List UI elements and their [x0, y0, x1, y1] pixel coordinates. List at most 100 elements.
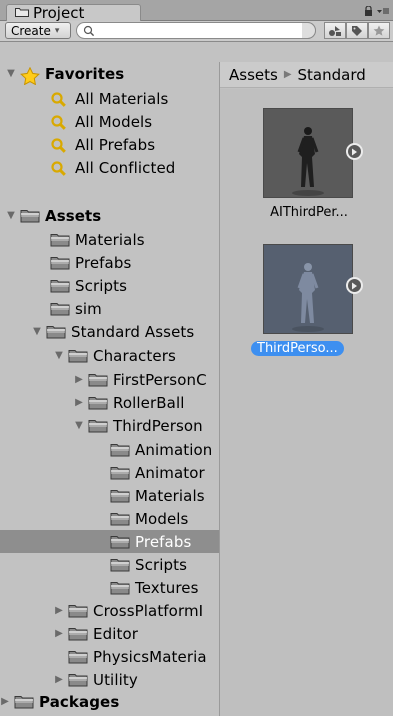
expand-arrow-right-icon[interactable]: ▶ [74, 397, 84, 408]
tree-folder[interactable]: Textures [0, 576, 219, 599]
tree-folder[interactable]: Prefabs [0, 530, 219, 553]
tree-item-label: Prefabs [135, 532, 192, 551]
folder-icon [110, 443, 130, 457]
favorite-search-item[interactable]: All Conflicted [0, 156, 219, 179]
expand-arrow-right-icon[interactable]: ▶ [0, 696, 10, 707]
folder-icon [110, 558, 130, 572]
favorites-button[interactable] [368, 22, 390, 39]
asset-name-label: AIThirdPer... [270, 205, 348, 220]
tree-standard-assets[interactable]: ▼ Standard Assets [0, 320, 219, 343]
tree-assets[interactable]: ▼ Assets [0, 204, 219, 227]
tree-item-label: All Materials [75, 89, 169, 108]
chevron-down-icon: ▾ [54, 25, 60, 36]
tree-folder[interactable]: ▶ Editor [0, 622, 219, 645]
folder-icon [110, 512, 130, 526]
character-model-icon [292, 263, 324, 332]
tree-folder[interactable]: ▶ CrossPlatformI [0, 599, 219, 622]
tree-item-label: Materials [135, 486, 205, 505]
tree-folder[interactable]: ▶ RollerBall [0, 391, 219, 414]
search-icon [50, 160, 70, 176]
tab-controls [364, 6, 389, 16]
expand-arrow-down-icon[interactable]: ▼ [54, 350, 64, 361]
project-tree-panel[interactable]: ▼ Favorites All Materials All Models All Pre… [0, 62, 219, 716]
expand-prefab-icon[interactable] [346, 277, 363, 294]
expand-arrow-down-icon[interactable]: ▼ [6, 68, 16, 79]
filter-by-label-button[interactable] [346, 22, 368, 39]
tree-favorites[interactable]: ▼ Favorites [0, 62, 219, 85]
filter-by-label-icon [352, 25, 362, 36]
folder-icon [50, 279, 70, 293]
search-field[interactable] [76, 22, 316, 39]
folder-icon [20, 209, 40, 223]
asset-grid[interactable]: AIThirdPer... ThirdPerso... [220, 89, 393, 716]
breadcrumb-item-assets[interactable]: Assets [229, 66, 278, 84]
folder-icon [68, 650, 88, 664]
folder-icon [88, 396, 108, 410]
tree-folder[interactable]: Scripts [0, 274, 219, 297]
favorite-star-icon [373, 25, 385, 36]
search-input[interactable] [98, 24, 298, 37]
filter-by-type-button[interactable] [324, 22, 346, 39]
folder-icon [46, 325, 66, 339]
lock-icon[interactable] [364, 6, 373, 16]
tree-folder[interactable]: Animation [0, 438, 219, 461]
tree-folder[interactable]: Prefabs [0, 251, 219, 274]
breadcrumb: Assets ▶ Standard [220, 62, 393, 88]
project-tab[interactable]: Project [6, 4, 141, 22]
create-label: Create [11, 23, 51, 38]
tree-item-label: Models [135, 509, 189, 528]
folder-icon [88, 373, 108, 387]
window-tab-bar: Project [0, 0, 393, 22]
tree-item-label: Materials [75, 230, 145, 249]
tree-item-label: Assets [45, 206, 102, 225]
tree-item-label: Prefabs [75, 253, 132, 272]
tree-folder[interactable]: sim [0, 297, 219, 320]
tree-item-label: All Prefabs [75, 135, 156, 154]
expand-arrow-right-icon[interactable]: ▶ [54, 674, 64, 685]
folder-icon [50, 256, 70, 270]
tree-item-label: Scripts [75, 276, 128, 295]
tree-folder[interactable]: PhysicsMateria [0, 645, 219, 668]
tree-item-label: Animation [135, 440, 213, 459]
breadcrumb-item-standard[interactable]: Standard [298, 66, 366, 84]
breadcrumb-separator-icon: ▶ [283, 69, 292, 80]
tree-folder[interactable]: Scripts [0, 553, 219, 576]
search-clear-button[interactable] [302, 22, 316, 39]
tree-folder[interactable]: ▶ FirstPersonC [0, 368, 219, 391]
character-prefab-thumbnail [263, 244, 353, 334]
tree-folder[interactable]: Materials [0, 484, 219, 507]
favorite-search-item[interactable]: All Materials [0, 87, 219, 110]
tree-thirdperson[interactable]: ▼ ThirdPerson [0, 414, 219, 437]
tree-folder[interactable]: Models [0, 507, 219, 530]
folder-icon [88, 419, 108, 433]
folder-icon [110, 581, 130, 595]
favorite-search-item[interactable]: All Models [0, 110, 219, 133]
expand-prefab-icon[interactable] [346, 143, 363, 160]
tree-characters[interactable]: ▼ Characters [0, 344, 219, 367]
create-dropdown-button[interactable]: Create ▾ [5, 22, 71, 39]
tree-packages[interactable]: ▶ Packages [0, 690, 219, 713]
context-menu-icon[interactable] [377, 6, 389, 16]
expand-arrow-right-icon[interactable]: ▶ [54, 628, 64, 639]
tree-item-label: sim [75, 299, 102, 318]
tree-item-label: PhysicsMateria [93, 647, 207, 666]
tree-item-label: Utility [93, 670, 138, 689]
favorite-search-item[interactable]: All Prefabs [0, 133, 219, 156]
tree-item-label: Characters [93, 346, 176, 365]
expand-arrow-down-icon[interactable]: ▼ [32, 326, 42, 337]
folder-icon [68, 349, 88, 363]
character-prefab-thumbnail [263, 108, 353, 198]
tree-folder[interactable]: Animator [0, 461, 219, 484]
expand-arrow-down-icon[interactable]: ▼ [6, 210, 16, 221]
folder-icon [68, 604, 88, 618]
expand-arrow-down-icon[interactable]: ▼ [74, 420, 84, 431]
project-toolbar: Create ▾ [0, 21, 393, 42]
tree-folder[interactable]: ▶ Utility [0, 668, 219, 691]
tree-item-label: Textures [135, 578, 199, 597]
expand-arrow-right-icon[interactable]: ▶ [54, 605, 64, 616]
character-model-icon [292, 127, 324, 196]
tree-folder[interactable]: Materials [0, 228, 219, 251]
expand-arrow-right-icon[interactable]: ▶ [74, 374, 84, 385]
tree-item-label: Standard Assets [71, 322, 195, 341]
folder-icon [68, 673, 88, 687]
